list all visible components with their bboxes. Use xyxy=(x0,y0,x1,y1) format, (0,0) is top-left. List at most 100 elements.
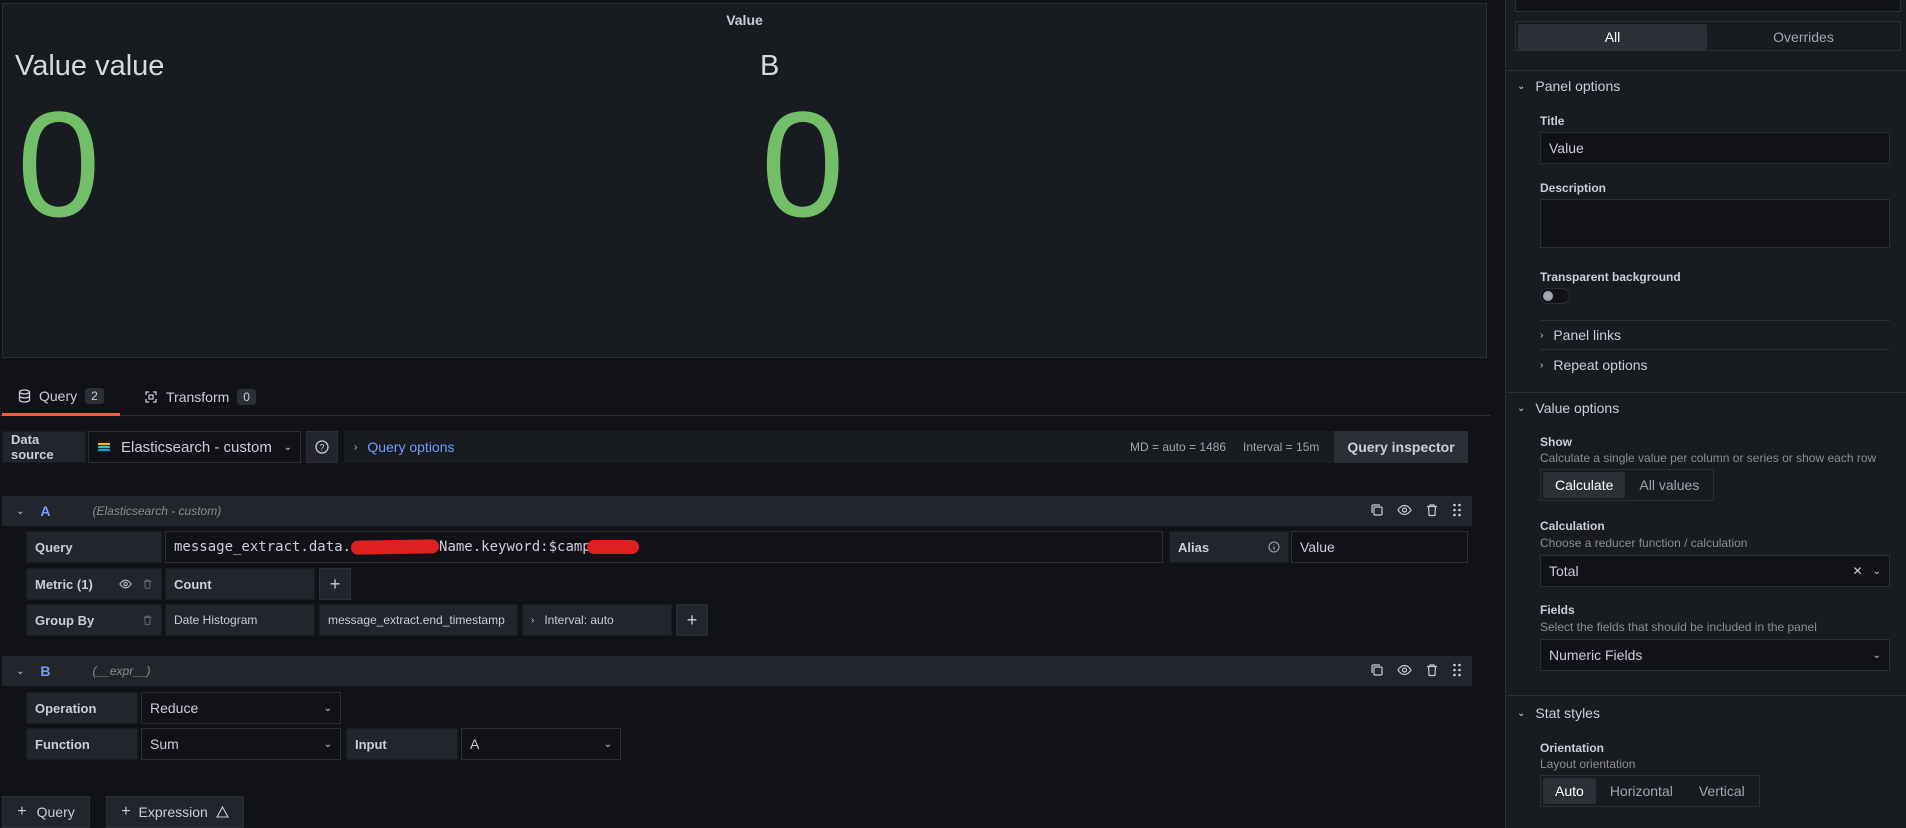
orientation-horizontal-option[interactable]: Horizontal xyxy=(1598,778,1685,804)
orientation-vertical-option[interactable]: Vertical xyxy=(1687,778,1757,804)
alias-input[interactable]: Value xyxy=(1291,531,1468,563)
plus-icon: + xyxy=(17,803,27,820)
metric-label-text: Metric (1) xyxy=(35,576,93,592)
clear-icon[interactable]: ✕ xyxy=(1853,564,1863,578)
trash-icon[interactable] xyxy=(142,614,153,626)
info-icon[interactable] xyxy=(1268,541,1280,553)
input-value: A xyxy=(470,736,480,752)
collapse-chevron-icon[interactable]: ⌄ xyxy=(16,506,24,517)
query-ref-b[interactable]: B xyxy=(40,663,50,679)
chevron-right-icon: › xyxy=(1540,359,1544,371)
calculation-value: Total xyxy=(1549,563,1579,579)
help-button[interactable]: ? xyxy=(306,431,338,463)
transform-icon xyxy=(144,390,158,404)
add-expression-label: Expression xyxy=(138,804,208,820)
query-ref-a[interactable]: A xyxy=(40,503,50,519)
query-text-prefix: message_extract.data. xyxy=(174,539,352,555)
query-inspector-button[interactable]: Query inspector xyxy=(1334,431,1468,463)
description-textarea[interactable] xyxy=(1540,199,1890,248)
tab-transform[interactable]: Transform 0 xyxy=(144,378,256,416)
panel-options-header[interactable]: ⌄ Panel options xyxy=(1517,78,1620,94)
options-tabs: All Overrides xyxy=(1515,21,1901,51)
interval-info: Interval = 15m xyxy=(1243,440,1320,454)
query-options-label[interactable]: Query options xyxy=(367,439,454,455)
eye-icon[interactable] xyxy=(119,578,132,590)
query-row-b-header[interactable]: ⌄ B (__expr__) xyxy=(2,656,1472,686)
show-all-values-option[interactable]: All values xyxy=(1627,472,1711,498)
add-expression-button[interactable]: + Expression xyxy=(106,796,244,828)
stat-styles-header[interactable]: ⌄ Stat styles xyxy=(1517,705,1600,721)
orientation-auto-option[interactable]: Auto xyxy=(1543,778,1596,804)
chevron-down-icon: ⌄ xyxy=(323,738,332,750)
groupby-field-select[interactable]: message_extract.end_timestamp xyxy=(319,604,518,636)
search-options-input[interactable] xyxy=(1515,0,1901,12)
divider xyxy=(1506,392,1906,393)
chevron-down-icon: ⌄ xyxy=(603,738,612,750)
svg-text:?: ? xyxy=(319,443,324,453)
calculation-description: Choose a reducer function / calculation xyxy=(1540,536,1748,550)
panel-title[interactable]: Value xyxy=(3,12,1486,28)
tab-transform-label: Transform xyxy=(166,389,230,405)
eye-icon[interactable] xyxy=(1397,663,1412,677)
panel-links-item[interactable]: › Panel links xyxy=(1540,327,1621,343)
panel-options-title: Panel options xyxy=(1535,78,1621,94)
help-circle-icon: ? xyxy=(315,440,329,454)
metric-label: Metric (1) xyxy=(26,568,162,600)
eye-icon[interactable] xyxy=(1397,503,1412,517)
fields-description: Select the fields that should be include… xyxy=(1540,620,1817,634)
groupby-label-text: Group By xyxy=(35,612,95,628)
title-label: Title xyxy=(1540,114,1565,128)
chevron-down-icon: ⌄ xyxy=(323,702,332,714)
value-options-header[interactable]: ⌄ Value options xyxy=(1517,400,1619,416)
fields-value: Numeric Fields xyxy=(1549,647,1643,663)
groupby-interval-toggle[interactable]: › Interval: auto xyxy=(522,604,672,636)
trash-icon[interactable] xyxy=(1425,663,1439,677)
chevron-down-icon: ⌄ xyxy=(1517,80,1526,92)
datasource-picker[interactable]: Elasticsearch - custom ⌄ xyxy=(88,431,301,463)
input-select[interactable]: A ⌄ xyxy=(461,728,621,760)
drag-handle-icon[interactable] xyxy=(1452,503,1462,517)
fields-select[interactable]: Numeric Fields ⌄ xyxy=(1540,639,1890,671)
groupby-type-select[interactable]: Date Histogram xyxy=(165,604,315,636)
function-label: Function xyxy=(26,728,138,760)
tab-overrides[interactable]: Overrides xyxy=(1709,24,1898,50)
repeat-options-label: Repeat options xyxy=(1553,357,1648,373)
function-value: Sum xyxy=(150,736,179,752)
calculation-select[interactable]: Total ✕ ⌄ xyxy=(1540,555,1890,587)
input-label: Input xyxy=(346,728,458,760)
show-label: Show xyxy=(1540,435,1572,449)
value-options-title: Value options xyxy=(1535,400,1620,416)
query-input[interactable]: message_extract.data. Name.keyword:$camp xyxy=(165,531,1163,563)
repeat-options-item[interactable]: › Repeat options xyxy=(1540,357,1648,373)
drag-handle-icon[interactable] xyxy=(1452,663,1462,677)
function-select[interactable]: Sum ⌄ xyxy=(141,728,341,760)
chevron-down-icon: ⌄ xyxy=(1517,707,1526,719)
operation-select[interactable]: Reduce ⌄ xyxy=(141,692,341,724)
redaction-mark-1 xyxy=(350,539,440,555)
trash-icon[interactable] xyxy=(142,578,153,590)
plus-icon: + xyxy=(121,803,131,820)
transparent-toggle[interactable] xyxy=(1540,288,1570,304)
query-row-a-header[interactable]: ⌄ A (Elasticsearch - custom) xyxy=(2,496,1472,526)
tab-query[interactable]: Query 2 xyxy=(2,378,120,416)
copy-icon[interactable] xyxy=(1370,503,1384,517)
stat-name-1: Value value xyxy=(15,50,165,82)
chevron-down-icon: ⌄ xyxy=(283,441,292,453)
trash-icon[interactable] xyxy=(1425,503,1439,517)
add-groupby-button[interactable]: + xyxy=(676,604,708,636)
options-pane: All Overrides ⌄ Panel options Title Valu… xyxy=(1505,0,1906,828)
query-a-datasource: (Elasticsearch - custom) xyxy=(92,504,222,518)
plus-icon: + xyxy=(329,573,341,594)
add-query-button[interactable]: + Query xyxy=(2,796,90,828)
stat-value-1: 0 xyxy=(17,80,101,248)
copy-icon[interactable] xyxy=(1370,663,1384,677)
add-query-label: Query xyxy=(36,804,75,820)
metric-type-select[interactable]: Count xyxy=(165,568,315,600)
title-input[interactable]: Value xyxy=(1540,132,1890,164)
show-calculate-option[interactable]: Calculate xyxy=(1543,472,1626,498)
tab-all[interactable]: All xyxy=(1518,24,1707,50)
query-b-datasource: (__expr__) xyxy=(92,664,151,678)
add-metric-button[interactable]: + xyxy=(319,568,351,600)
collapse-chevron-icon[interactable]: ⌄ xyxy=(16,666,24,677)
query-a-actions xyxy=(1370,503,1462,517)
